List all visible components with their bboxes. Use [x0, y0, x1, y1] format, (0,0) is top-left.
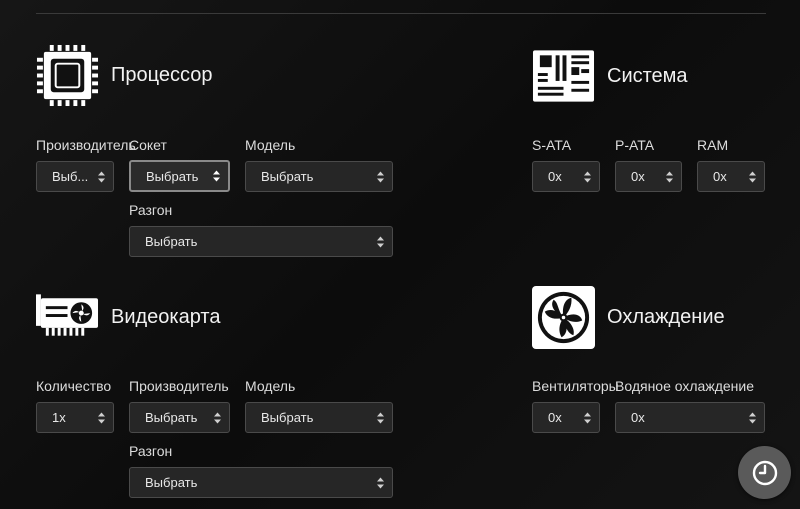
gpu-model-label: Модель	[245, 378, 296, 394]
cooling-water-label: Водяное охлаждение	[615, 378, 755, 394]
select-arrows-icon	[749, 412, 756, 423]
cpu-model-select[interactable]: Выбрать	[245, 161, 393, 192]
system-sata-value: 0x	[548, 169, 562, 184]
cpu-manufacturer-select[interactable]: Выб...	[36, 161, 114, 192]
select-arrows-icon	[749, 171, 756, 182]
gpu-overclock-select[interactable]: Выбрать	[129, 467, 393, 498]
gpu-model-value: Выбрать	[261, 410, 314, 425]
gpu-manufacturer-select[interactable]: Выбрать	[129, 402, 230, 433]
clock-history-icon	[752, 460, 777, 485]
cpu-manufacturer-label: Производитель	[36, 137, 136, 153]
cooling-section-header: Охлаждение	[532, 286, 725, 349]
gpu-count-select[interactable]: 1x	[36, 402, 114, 433]
gpu-manufacturer-label: Производитель	[129, 378, 229, 394]
system-section-header: Система	[532, 49, 688, 103]
system-pata-label: P-ATA	[615, 137, 655, 153]
fan-icon	[532, 286, 595, 349]
gpu-section-title: Видеокарта	[111, 305, 221, 328]
gpu-overclock-label: Разгон	[129, 443, 173, 459]
select-arrows-icon	[377, 171, 384, 182]
cooling-section-title: Охлаждение	[607, 306, 725, 328]
select-arrows-icon	[213, 170, 220, 182]
cpu-chip-icon	[36, 44, 99, 107]
cpu-manufacturer-value: Выб...	[52, 169, 89, 184]
gpu-section-header: Видеокарта	[36, 294, 220, 340]
gpu-count-value: 1x	[52, 410, 66, 425]
cpu-section-title: Процессор	[111, 64, 213, 86]
cpu-model-label: Модель	[245, 137, 296, 153]
select-arrows-icon	[666, 171, 673, 182]
gpu-count-label: Количество	[36, 378, 112, 394]
system-sata-label: S-ATA	[532, 137, 572, 153]
select-arrows-icon	[377, 412, 384, 423]
cpu-overclock-label: Разгон	[129, 202, 173, 218]
cooling-fans-label: Вентиляторы	[532, 378, 619, 394]
cpu-overclock-select[interactable]: Выбрать	[129, 226, 393, 257]
gpu-model-select[interactable]: Выбрать	[245, 402, 393, 433]
history-button[interactable]	[738, 446, 791, 499]
top-divider	[36, 13, 766, 14]
system-ram-value: 0x	[713, 169, 727, 184]
motherboard-icon	[532, 50, 595, 102]
select-arrows-icon	[98, 412, 105, 423]
cooling-water-select[interactable]: 0x	[615, 402, 765, 433]
cpu-socket-select[interactable]: Выбрать	[129, 160, 230, 192]
cooling-fans-select[interactable]: 0x	[532, 402, 600, 433]
gpu-overclock-value: Выбрать	[145, 475, 198, 490]
select-arrows-icon	[584, 171, 591, 182]
cpu-model-value: Выбрать	[261, 169, 314, 184]
system-ram-select[interactable]: 0x	[697, 161, 765, 192]
select-arrows-icon	[214, 412, 221, 423]
cpu-socket-label: Сокет	[129, 137, 167, 153]
system-pata-value: 0x	[631, 169, 645, 184]
cpu-overclock-value: Выбрать	[145, 234, 198, 249]
graphics-card-icon	[36, 294, 99, 336]
select-arrows-icon	[377, 477, 384, 488]
select-arrows-icon	[98, 171, 105, 182]
system-section-title: Система	[607, 64, 688, 87]
cooling-fans-value: 0x	[548, 410, 562, 425]
system-pata-select[interactable]: 0x	[615, 161, 682, 192]
cooling-water-value: 0x	[631, 410, 645, 425]
system-sata-select[interactable]: 0x	[532, 161, 600, 192]
cpu-socket-value: Выбрать	[146, 168, 199, 184]
gpu-manufacturer-value: Выбрать	[145, 410, 198, 425]
select-arrows-icon	[377, 236, 384, 247]
select-arrows-icon	[584, 412, 591, 423]
system-ram-label: RAM	[697, 137, 729, 153]
cpu-section-header: Процессор	[36, 44, 212, 107]
